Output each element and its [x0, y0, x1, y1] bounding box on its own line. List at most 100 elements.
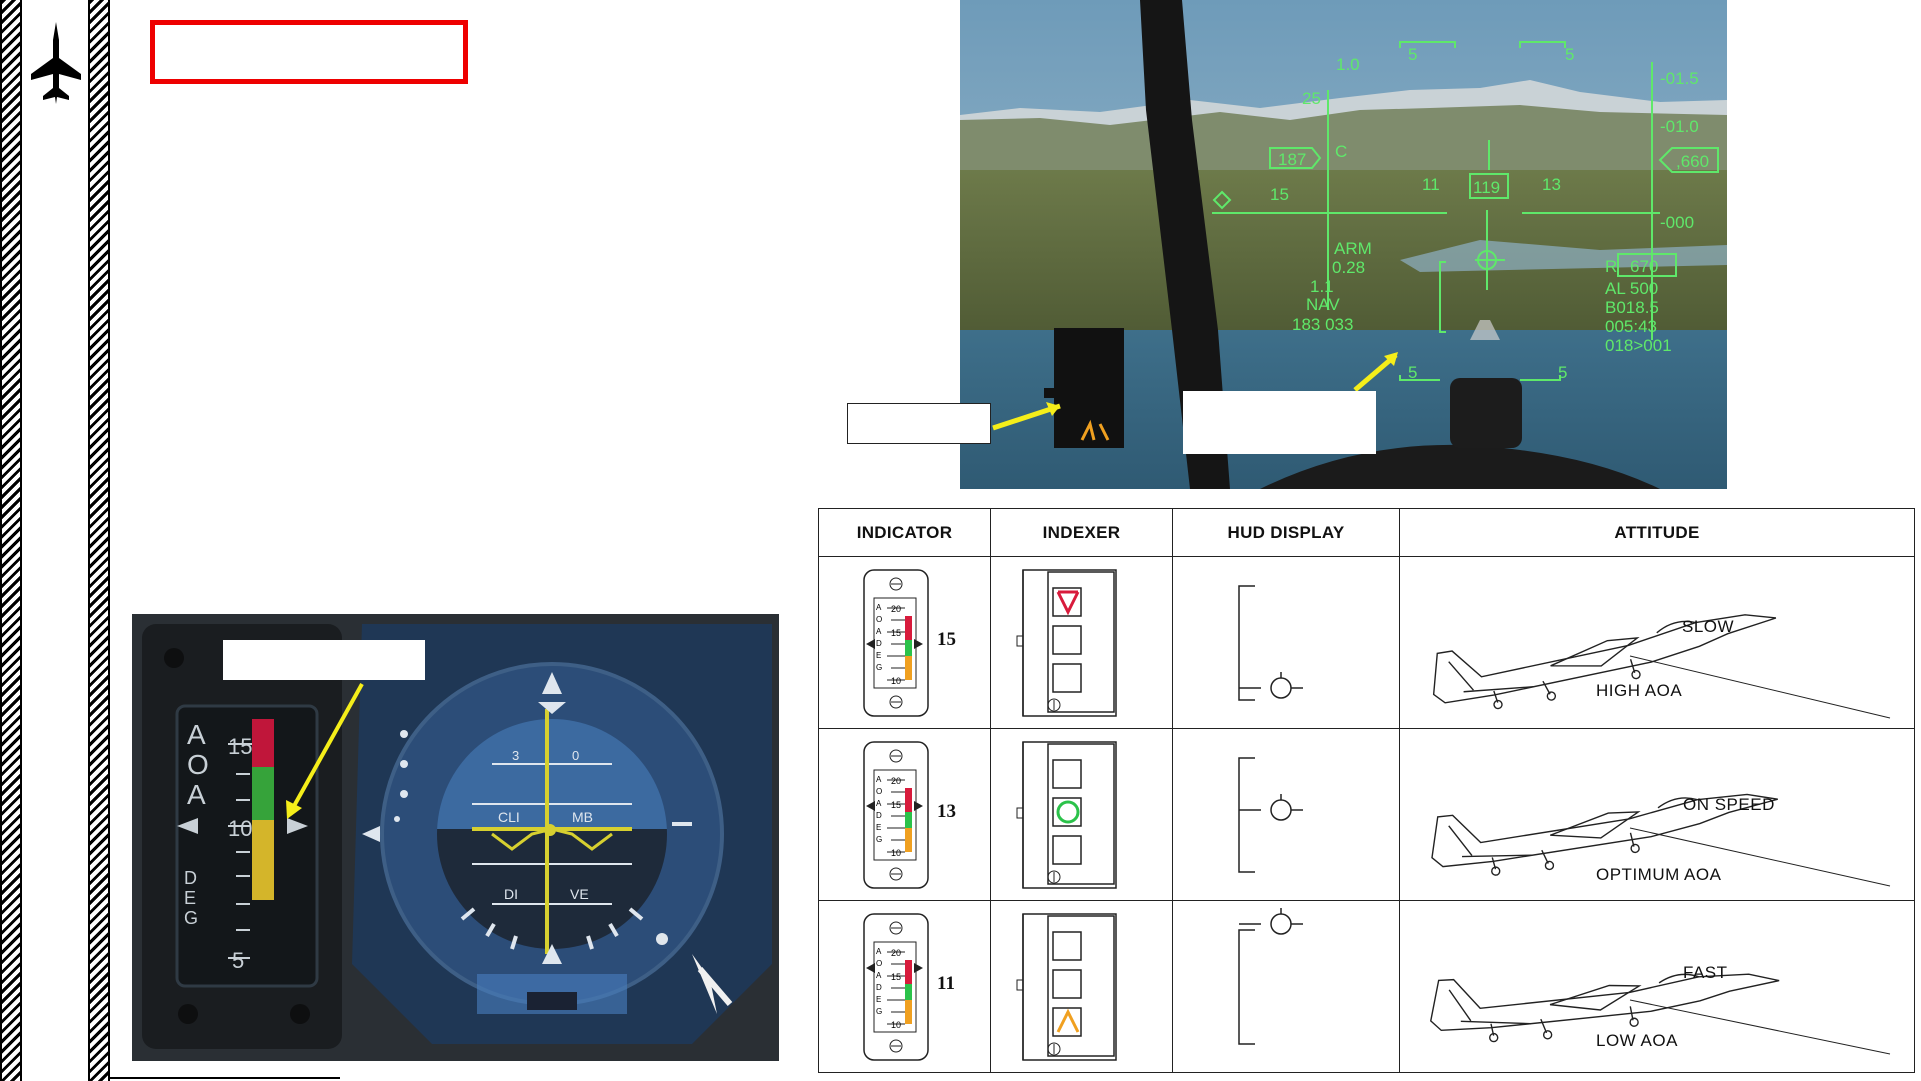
- indicator-cell: 20 15 10 AOADEG 11: [818, 900, 991, 1073]
- adi-label: MB: [572, 809, 593, 825]
- attitude-aoa-label: OPTIMUM AOA: [1596, 865, 1722, 884]
- jet-logo-icon: [31, 22, 81, 104]
- adi-label: VE: [570, 886, 589, 902]
- mini-gauge-letter: E: [876, 823, 881, 832]
- attitude-cell: FAST LOW AOA: [1399, 900, 1915, 1073]
- mini-gauge-letter: A: [876, 971, 882, 980]
- footer-rule: [110, 1077, 340, 1079]
- hud-waypoint: 018>001: [1605, 336, 1672, 355]
- mini-gauge-tick: 15: [891, 972, 901, 982]
- aoa-letter: O: [187, 749, 209, 780]
- mini-gauge-tick: 20: [891, 948, 901, 958]
- mini-gauge-tick: 20: [891, 776, 901, 786]
- table-row: 20 15 10 AOADEG 13 ON SPEED OPTIMUM AOA: [818, 728, 1915, 901]
- attitude-cell: ON SPEED OPTIMUM AOA: [1399, 728, 1915, 901]
- mini-gauge-letter: A: [876, 947, 882, 956]
- page-border-right: [88, 0, 110, 1081]
- mini-gauge-letter: D: [876, 811, 882, 820]
- indexer-cell: [990, 556, 1173, 729]
- mini-gauge-tick: 10: [891, 1020, 901, 1030]
- mini-gauge-letter: A: [876, 799, 882, 808]
- indexer-diagram-icon: [1016, 912, 1117, 1061]
- deg-letter: D: [184, 868, 197, 888]
- mini-gauge-letter: G: [876, 663, 882, 672]
- adi-label: CLI: [498, 809, 520, 825]
- header-hud-display: HUD DISPLAY: [1172, 508, 1400, 557]
- hud-pitch-15: 15: [1270, 185, 1289, 204]
- hud-heading-current: 119: [1473, 178, 1500, 197]
- mini-aoa-gauge-icon: 20 15 10 AOADEG: [863, 912, 929, 1061]
- indexer-cell: [990, 728, 1173, 901]
- hud-heading-mark: 5: [1408, 45, 1417, 64]
- attitude-speed-label: ON SPEED: [1683, 795, 1775, 814]
- indexer-cell: [990, 900, 1173, 1073]
- hud-radar-value: 670: [1630, 257, 1658, 276]
- attitude-speed-label: FAST: [1683, 963, 1728, 982]
- title-placeholder-box: [150, 20, 468, 84]
- indexer-diagram-icon: [1016, 740, 1117, 889]
- indexer-callout-box: [847, 403, 991, 444]
- header-indicator: INDICATOR: [818, 508, 991, 557]
- indicator-value: 11: [937, 973, 955, 994]
- hud-pitch-25: 25: [1302, 89, 1321, 108]
- page-border-left: [0, 0, 22, 1081]
- aoa-reference-table: INDICATOR INDEXER HUD DISPLAY ATTITUDE 2…: [818, 508, 1915, 1073]
- mini-gauge-tick: 20: [891, 604, 901, 614]
- hud-heading-right: 13: [1542, 175, 1561, 194]
- hud-heading-mark: 5: [1565, 45, 1574, 64]
- attitude-cell: SLOW HIGH AOA: [1399, 556, 1915, 729]
- table-header-row: INDICATOR INDEXER HUD DISPLAY ATTITUDE: [818, 508, 1915, 557]
- hud-gs: 1.1: [1310, 277, 1334, 296]
- mini-gauge-letter: O: [876, 615, 882, 624]
- mini-gauge-letter: D: [876, 639, 882, 648]
- mini-gauge-letter: G: [876, 835, 882, 844]
- mini-aoa-gauge-icon: 20 15 10 AOADEG: [863, 568, 929, 717]
- header-attitude: ATTITUDE: [1399, 508, 1915, 557]
- hud-bearing: B018.5: [1605, 298, 1659, 317]
- attitude-aoa-label: LOW AOA: [1596, 1031, 1678, 1050]
- hud-heading-left: 11: [1422, 175, 1440, 194]
- hud-al: AL 500: [1605, 279, 1658, 298]
- hud-nav-value: 183 033: [1292, 315, 1353, 334]
- hud-speed: 187: [1278, 150, 1306, 169]
- hud-scale: -01.5: [1660, 69, 1699, 88]
- hud-nav: NAV: [1306, 295, 1340, 314]
- hud-scale: -000: [1660, 213, 1694, 232]
- indicator-cell: 20 15 10 AOADEG 15: [818, 556, 991, 729]
- hud-bracket-icon: [1238, 584, 1303, 701]
- mini-gauge-letter: O: [876, 959, 882, 968]
- attitude-speed-label: SLOW: [1682, 617, 1735, 636]
- table-row: 20 15 10 AOADEG 11 FAST LOW AOA: [818, 900, 1915, 1073]
- mini-gauge-tick: 10: [891, 848, 901, 858]
- hud-scale: -01.0: [1660, 117, 1699, 136]
- mini-gauge-letter: A: [876, 627, 882, 636]
- mini-gauge-letter: O: [876, 787, 882, 796]
- hud-arm: ARM: [1334, 239, 1372, 258]
- hud-display-cell: [1172, 556, 1400, 729]
- adi-label: 3: [512, 748, 519, 763]
- hud-display-cell: [1172, 900, 1400, 1073]
- mini-gauge-tick: 15: [891, 628, 901, 638]
- aoa-letter: A: [187, 779, 206, 810]
- hud-speed-c: C: [1335, 142, 1347, 161]
- hud-time: 005:43: [1605, 317, 1657, 336]
- mini-gauge-letter: A: [876, 775, 882, 784]
- hud-bracket-icon: [1238, 907, 1303, 1045]
- mini-aoa-gauge-icon: 20 15 10 AOADEG: [863, 740, 929, 889]
- table-row: 20 15 10 AOADEG 15 SLOW HIGH AOA: [818, 556, 1915, 729]
- aoa-tick-label: 5: [232, 948, 244, 973]
- hud-pitch-top: 1.0: [1336, 55, 1360, 74]
- aoa-tick-label: 10: [228, 816, 252, 841]
- deg-letter: E: [184, 888, 196, 908]
- indexer-diagram-icon: [1016, 568, 1117, 717]
- mini-gauge-tick: 10: [891, 676, 901, 686]
- adi-label: DI: [504, 886, 518, 902]
- aoa-letter: A: [187, 719, 206, 750]
- jet-attitude-icon: [1432, 613, 1891, 718]
- indicator-value: 13: [937, 801, 956, 822]
- mini-gauge-letter: E: [876, 651, 881, 660]
- mini-gauge-letter: G: [876, 1007, 882, 1016]
- attitude-aoa-label: HIGH AOA: [1596, 681, 1683, 700]
- hud-altitude: ,660: [1676, 152, 1709, 171]
- aoa-tick-label: 15: [228, 734, 252, 759]
